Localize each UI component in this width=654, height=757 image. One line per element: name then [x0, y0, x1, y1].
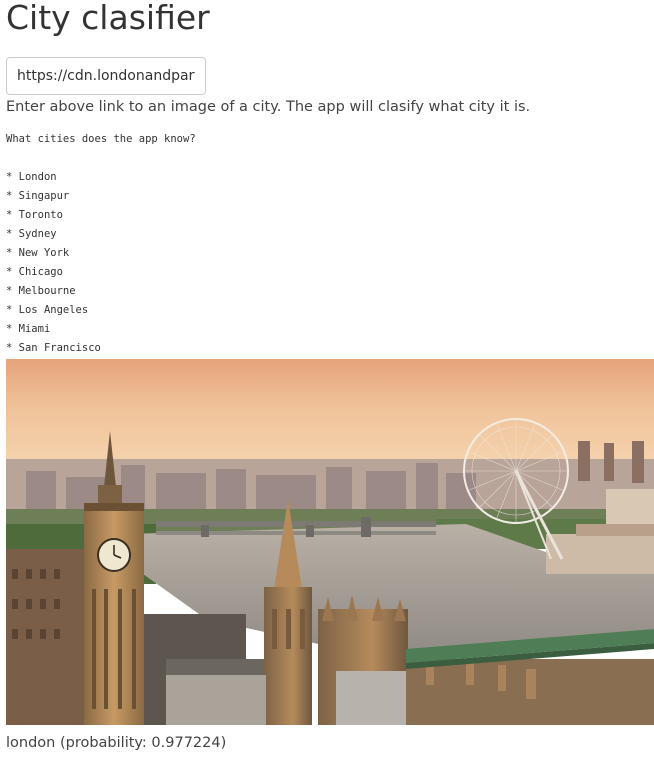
- page-title: City clasifier: [6, 0, 210, 37]
- city-list-item: London: [6, 168, 101, 187]
- city-list-item: Singapur: [6, 187, 101, 206]
- help-text: Enter above link to an image of a city. …: [6, 99, 531, 115]
- city-list-item: Miami: [6, 320, 101, 339]
- city-list-item: Melbourne: [6, 282, 101, 301]
- city-photo: [6, 359, 654, 725]
- city-list-item: Chicago: [6, 263, 101, 282]
- city-list-item: New York: [6, 244, 101, 263]
- known-cities-list: London Singapur Toronto Sydney New York …: [6, 168, 101, 358]
- known-cities-question: What cities does the app know?: [6, 133, 196, 145]
- image-url-input[interactable]: [6, 57, 206, 95]
- city-list-item: San Francisco: [6, 339, 101, 358]
- city-list-item: Sydney: [6, 225, 101, 244]
- classification-result: london (probability: 0.977224): [6, 735, 227, 751]
- city-list-item: Toronto: [6, 206, 101, 225]
- city-list-item: Los Angeles: [6, 301, 101, 320]
